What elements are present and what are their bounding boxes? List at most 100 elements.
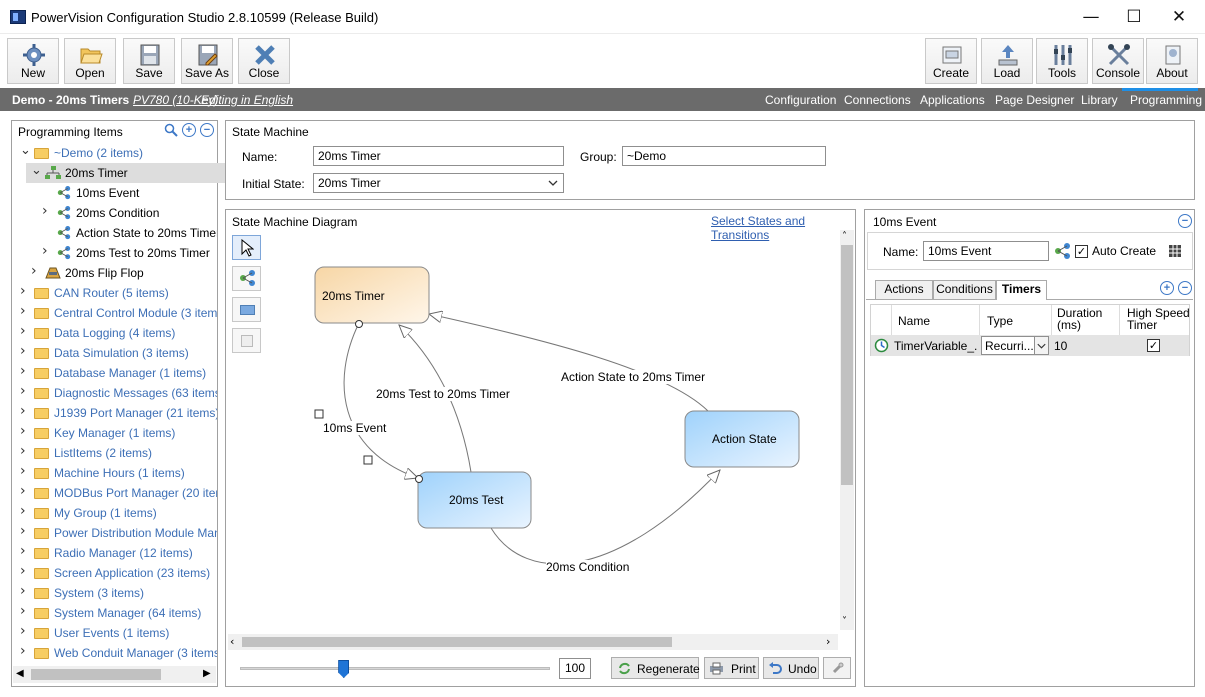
high-speed-timer-checkbox[interactable]: ✓ bbox=[1147, 339, 1160, 352]
collapse-arrow-icon[interactable]: › bbox=[20, 583, 26, 599]
tab-conditions[interactable]: Conditions bbox=[933, 280, 996, 299]
initial-state-select[interactable]: 20ms Timer bbox=[313, 173, 564, 193]
tree-item[interactable]: ⌄ 20ms Timer bbox=[12, 163, 217, 183]
transition-label-10ms-event[interactable]: 10ms Event bbox=[323, 421, 387, 435]
collapse-arrow-icon[interactable]: › bbox=[20, 523, 26, 539]
open-button[interactable]: Open bbox=[64, 38, 116, 84]
collapse-arrow-icon[interactable]: › bbox=[20, 363, 26, 379]
settings-grid-icon[interactable] bbox=[1168, 244, 1182, 258]
collapse-event-icon[interactable]: − bbox=[1178, 214, 1192, 228]
search-icon[interactable] bbox=[164, 123, 178, 137]
close-window-button[interactable]: ✕ bbox=[1162, 6, 1196, 28]
table-row[interactable]: TimerVariable_... Recurri... 10 ✓ bbox=[871, 335, 1189, 356]
tree-horizontal-scrollbar[interactable]: ◀ ▶ bbox=[13, 666, 216, 683]
new-button[interactable]: New bbox=[7, 38, 59, 84]
add-timer-icon[interactable]: + bbox=[1160, 281, 1174, 295]
collapse-arrow-icon[interactable]: › bbox=[20, 403, 26, 419]
save-button[interactable]: Save bbox=[123, 38, 175, 84]
column-header-name[interactable]: Name bbox=[898, 314, 930, 328]
collapse-arrow-icon[interactable]: › bbox=[20, 503, 26, 519]
expand-arrow-icon[interactable]: ⌄ bbox=[20, 143, 31, 158]
collapse-arrow-icon[interactable]: › bbox=[20, 323, 26, 339]
diagram-canvas[interactable] bbox=[226, 210, 855, 630]
diagram-vertical-thumb[interactable] bbox=[841, 245, 853, 485]
column-header-duration[interactable]: Duration (ms) bbox=[1057, 307, 1117, 331]
console-button[interactable]: Console bbox=[1092, 38, 1144, 84]
collapse-arrow-icon[interactable]: › bbox=[20, 603, 26, 619]
collapse-arrow-icon[interactable]: › bbox=[20, 643, 26, 659]
collapse-arrow-icon[interactable]: › bbox=[20, 563, 26, 579]
close-project-button[interactable]: Close bbox=[238, 38, 290, 84]
transition-label-20ms-condition[interactable]: 20ms Condition bbox=[546, 560, 630, 574]
tab-actions[interactable]: Actions bbox=[875, 280, 933, 299]
tree-item[interactable]: › 20ms Flip Flop bbox=[12, 263, 217, 283]
tree-item[interactable]: Action State to 20ms Timer bbox=[12, 223, 217, 243]
collapse-arrow-icon[interactable]: › bbox=[20, 303, 26, 319]
minimize-button[interactable]: — bbox=[1074, 6, 1108, 28]
collapse-arrow-icon[interactable]: › bbox=[20, 383, 26, 399]
expand-arrow-icon[interactable]: ⌄ bbox=[31, 163, 42, 178]
tab-page-designer[interactable]: Page Designer bbox=[995, 93, 1074, 107]
print-button[interactable]: Print bbox=[704, 657, 759, 679]
timer-type-select[interactable]: Recurri... bbox=[981, 336, 1049, 355]
state-machine-name-input[interactable]: 20ms Timer bbox=[313, 146, 564, 166]
tools-button[interactable]: Tools bbox=[1036, 38, 1088, 84]
diagram-vertical-scrollbar[interactable]: ˄ ˅ bbox=[840, 230, 854, 630]
tab-applications[interactable]: Applications bbox=[920, 93, 985, 107]
tree-item[interactable]: › Key Manager (1 items) bbox=[12, 423, 217, 443]
auto-create-checkbox[interactable]: ✓ bbox=[1075, 245, 1088, 258]
tab-library[interactable]: Library bbox=[1081, 93, 1118, 107]
create-button[interactable]: Create bbox=[925, 38, 977, 84]
tree-item[interactable]: › Central Control Module (3 items) bbox=[12, 303, 217, 323]
regenerate-button[interactable]: Regenerate bbox=[611, 657, 700, 679]
tree-item[interactable]: › 20ms Condition bbox=[12, 203, 217, 223]
transition-label-action-state-to-20ms-timer[interactable]: Action State to 20ms Timer bbox=[561, 370, 706, 384]
group-input[interactable]: ~Demo bbox=[622, 146, 826, 166]
pin-button[interactable] bbox=[823, 657, 851, 679]
event-name-input[interactable]: 10ms Event bbox=[923, 241, 1049, 261]
tree-item[interactable]: › Screen Application (23 items) bbox=[12, 563, 217, 583]
scroll-down-arrow-icon[interactable]: ˅ bbox=[842, 616, 847, 627]
scroll-right-arrow-icon[interactable]: ▶ bbox=[203, 668, 211, 679]
tree-scroll-thumb[interactable] bbox=[31, 669, 161, 680]
undo-button[interactable]: Undo bbox=[763, 657, 819, 679]
tree-item[interactable]: › Web Conduit Manager (3 items) bbox=[12, 643, 217, 663]
tree-item[interactable]: › Machine Hours (1 items) bbox=[12, 463, 217, 483]
tree-item[interactable]: › J1939 Port Manager (21 items) bbox=[12, 403, 217, 423]
tree-item[interactable]: 10ms Event bbox=[12, 183, 217, 203]
collapse-arrow-icon[interactable]: › bbox=[42, 243, 48, 259]
diagram-horizontal-scrollbar[interactable]: ‹ › bbox=[228, 634, 838, 650]
tree-item[interactable]: › Database Manager (1 items) bbox=[12, 363, 217, 383]
tree-item[interactable]: › MODBus Port Manager (20 items) bbox=[12, 483, 217, 503]
collapse-arrow-icon[interactable]: › bbox=[20, 463, 26, 479]
tree-item[interactable]: › My Group (1 items) bbox=[12, 503, 217, 523]
column-header-high-speed[interactable]: High Speed Timer bbox=[1127, 307, 1191, 331]
collapse-arrow-icon[interactable]: › bbox=[20, 623, 26, 639]
timer-duration-cell[interactable]: 10 bbox=[1054, 339, 1067, 353]
language-link[interactable]: Editing in English bbox=[201, 93, 293, 107]
collapse-all-icon[interactable]: − bbox=[200, 123, 214, 137]
connection-handle-start[interactable] bbox=[355, 320, 363, 328]
scroll-right-icon[interactable]: › bbox=[826, 635, 830, 648]
tab-programming[interactable]: Programming bbox=[1130, 93, 1202, 107]
tree-item[interactable]: ⌄ ~Demo (2 items) bbox=[12, 143, 217, 163]
transition-label-20ms-test-to-20ms-timer[interactable]: 20ms Test to 20ms Timer bbox=[376, 387, 510, 401]
zoom-slider[interactable] bbox=[240, 660, 550, 678]
collapse-arrow-icon[interactable]: › bbox=[20, 443, 26, 459]
tab-configuration[interactable]: Configuration bbox=[765, 93, 836, 107]
tree-item[interactable]: › Diagnostic Messages (63 items) bbox=[12, 383, 217, 403]
collapse-arrow-icon[interactable]: › bbox=[20, 283, 26, 299]
scroll-left-icon[interactable]: ‹ bbox=[230, 635, 234, 648]
tree-item[interactable]: › ListItems (2 items) bbox=[12, 443, 217, 463]
collapse-arrow-icon[interactable]: › bbox=[31, 263, 37, 279]
save-as-button[interactable]: Save As bbox=[181, 38, 233, 84]
collapse-arrow-icon[interactable]: › bbox=[20, 483, 26, 499]
column-header-type[interactable]: Type bbox=[987, 314, 1013, 328]
load-button[interactable]: Load bbox=[981, 38, 1033, 84]
tree-item[interactable]: › System (3 items) bbox=[12, 583, 217, 603]
connection-handle-end[interactable] bbox=[415, 475, 423, 483]
maximize-button[interactable]: ☐ bbox=[1117, 6, 1151, 28]
collapse-arrow-icon[interactable]: › bbox=[20, 423, 26, 439]
tree-item[interactable]: › Radio Manager (12 items) bbox=[12, 543, 217, 563]
tree-item[interactable]: › Data Simulation (3 items) bbox=[12, 343, 217, 363]
